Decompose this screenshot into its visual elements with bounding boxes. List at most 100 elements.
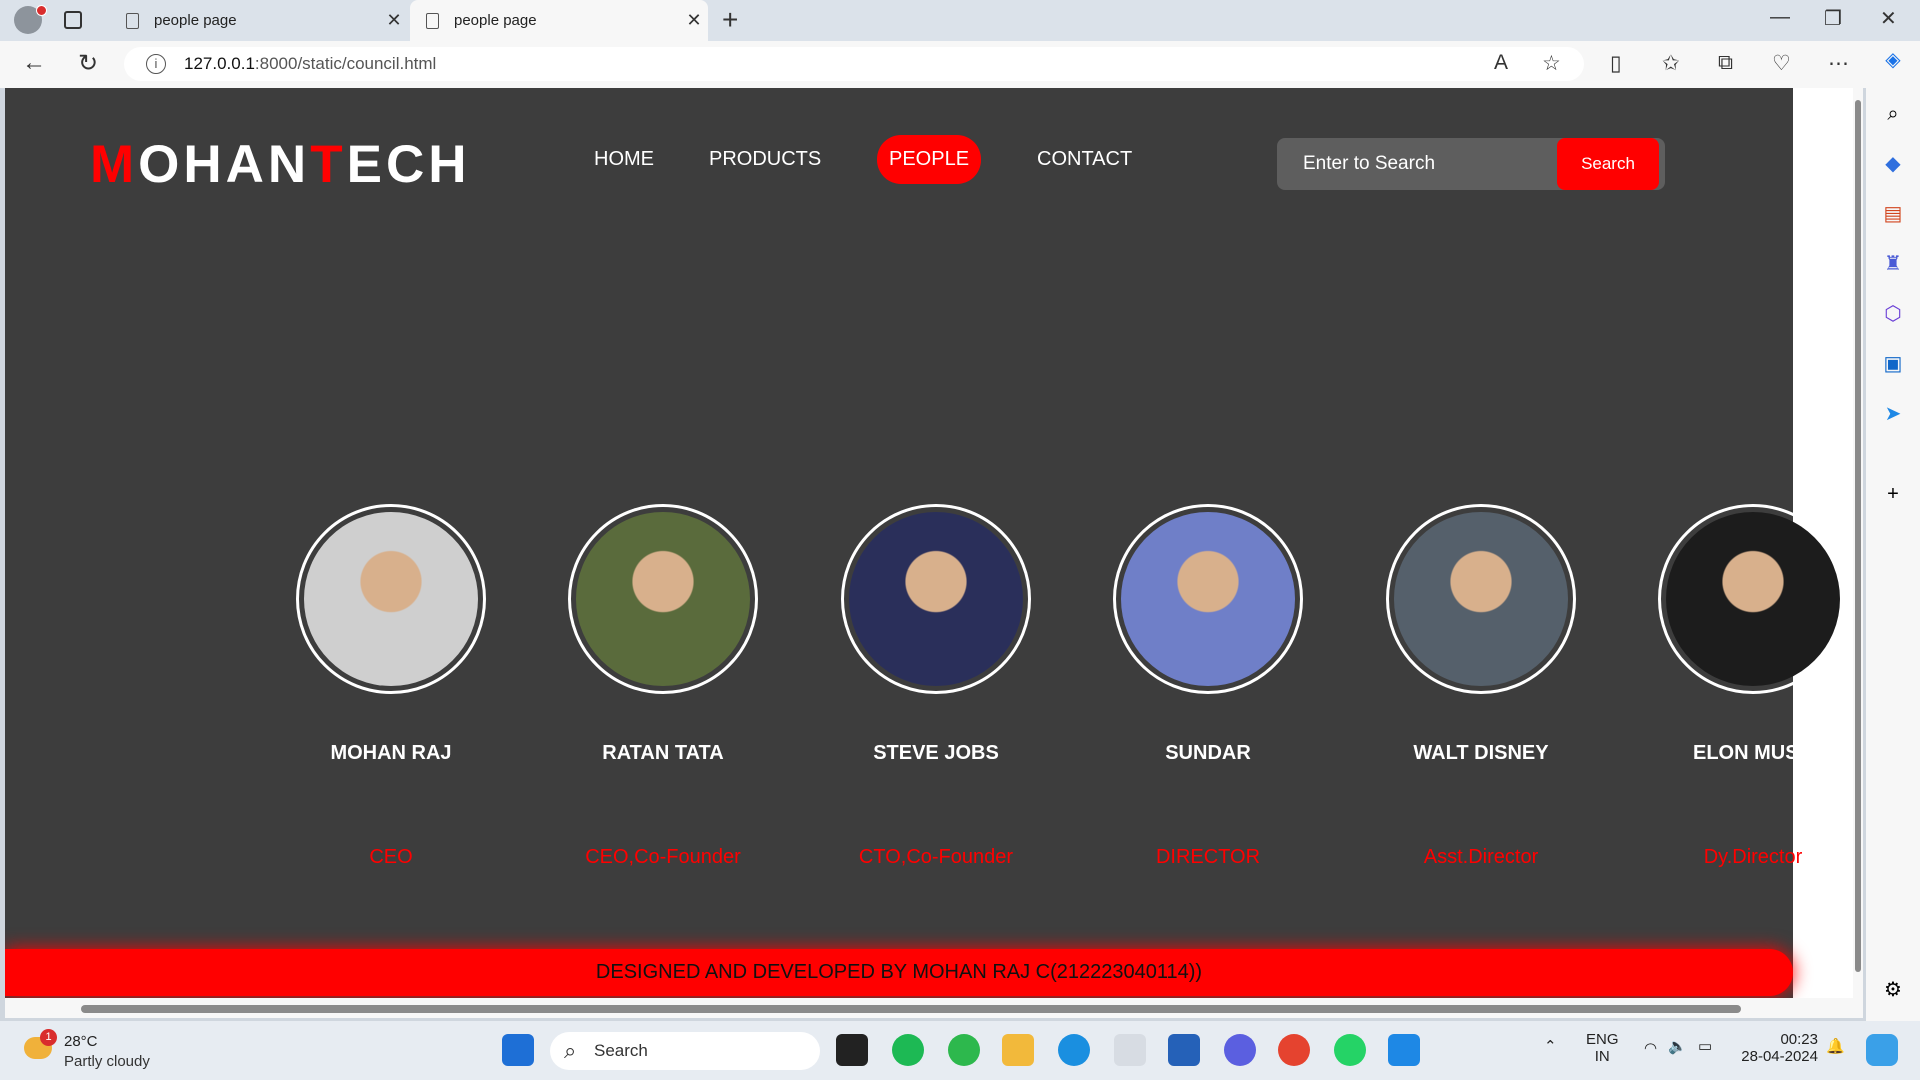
more-options-icon[interactable]: ⋯ xyxy=(1828,51,1849,76)
person-card: WALT DISNEY Asst.Director xyxy=(1344,504,1618,868)
language-indicator[interactable]: ENG IN xyxy=(1586,1031,1619,1065)
app-ring-icon[interactable] xyxy=(948,1034,980,1066)
chrome-icon[interactable] xyxy=(1278,1034,1310,1066)
logo-text-part2: ECH xyxy=(346,135,471,194)
task-view-icon[interactable] xyxy=(836,1034,868,1066)
chevron-up-icon[interactable]: ⌃ xyxy=(1544,1037,1557,1055)
horizontal-scrollbar[interactable] xyxy=(5,998,1863,1018)
person-role: CTO,Co-Founder xyxy=(858,846,1014,868)
app-logo-icon[interactable] xyxy=(1224,1034,1256,1066)
edge-sidebar: ◈ ⌕ ◆ ▤ ♜ ⬡ ▣ ➤ + ⚙ xyxy=(1866,41,1920,1021)
nav-products[interactable]: PRODUCTS xyxy=(709,148,821,171)
page-footer: DESIGNED AND DEVELOPED BY MOHAN RAJ C(21… xyxy=(5,949,1793,996)
microsoft-365-icon[interactable]: ⬡ xyxy=(1880,301,1906,327)
person-role: DIRECTOR xyxy=(1155,846,1261,868)
search-box: Search xyxy=(1277,138,1665,190)
collections-icon[interactable]: ⧉ xyxy=(1718,51,1733,75)
refresh-icon[interactable]: ↻ xyxy=(78,49,98,78)
spotify-icon[interactable] xyxy=(892,1034,924,1066)
python-file-icon[interactable] xyxy=(1114,1034,1146,1066)
person-role: CEO xyxy=(369,846,413,868)
microsoft-store-icon[interactable] xyxy=(1168,1034,1200,1066)
browser-essentials-icon[interactable]: ♡ xyxy=(1772,51,1791,76)
back-arrow-icon[interactable]: ← xyxy=(22,49,46,77)
windows-taskbar: 1 28°C Partly cloudy Search ⌃ ENGIN ◠ 🔈 … xyxy=(0,1021,1920,1080)
copilot-taskbar-icon[interactable] xyxy=(1866,1034,1898,1066)
person-card: ELON MUSK Dy.Director xyxy=(1616,504,1863,868)
person-photo xyxy=(849,512,1023,686)
weather-temp: 28°C xyxy=(64,1033,98,1050)
avatar xyxy=(296,504,486,694)
person-name: MOHAN RAJ xyxy=(330,742,452,764)
windows-start-icon[interactable] xyxy=(502,1034,534,1066)
avatar xyxy=(1386,504,1576,694)
minimize-icon[interactable]: — xyxy=(1770,6,1790,29)
tab-title: people page xyxy=(154,12,237,29)
copilot-icon[interactable]: ◈ xyxy=(1880,47,1906,73)
battery-icon[interactable]: ▭ xyxy=(1698,1037,1712,1055)
search-icon[interactable]: ⌕ xyxy=(1880,101,1906,127)
nav-people[interactable]: PEOPLE xyxy=(877,135,982,184)
browser-tab[interactable]: people page ✕ xyxy=(110,0,408,41)
shopping-tag-icon[interactable]: ◆ xyxy=(1880,151,1906,177)
vertical-scroll-thumb[interactable] xyxy=(1855,100,1861,972)
send-icon[interactable]: ➤ xyxy=(1880,401,1906,427)
avatar xyxy=(1113,504,1303,694)
edge-browser-icon[interactable] xyxy=(1058,1034,1090,1066)
address-toolbar: ← ↻ i 127.0.0.1:8000/static/council.html… xyxy=(0,41,1920,88)
region-code: IN xyxy=(1594,1048,1610,1065)
browser-tab-active[interactable]: people page ✕ xyxy=(410,0,708,41)
tab-actions-icon[interactable] xyxy=(64,11,82,29)
whatsapp-icon[interactable] xyxy=(1334,1034,1366,1066)
site-info-icon[interactable]: i xyxy=(146,54,166,74)
person-role: CEO,Co-Founder xyxy=(585,846,741,868)
read-aloud-icon[interactable]: A xyxy=(1494,51,1508,75)
notification-bell-icon[interactable]: 🔔 xyxy=(1826,1037,1845,1055)
close-window-icon[interactable]: ✕ xyxy=(1880,6,1897,31)
page-viewport: MOHANTECH HOME PRODUCTS PEOPLE CONTACT S… xyxy=(5,88,1863,1018)
volume-icon[interactable]: 🔈 xyxy=(1668,1037,1687,1055)
wifi-icon[interactable]: ◠ xyxy=(1644,1039,1657,1057)
tools-icon[interactable]: ▤ xyxy=(1880,201,1906,227)
person-name: ELON MUSK xyxy=(1693,742,1813,764)
clock[interactable]: 00:23 28-04-2024 xyxy=(1738,1031,1818,1065)
split-screen-icon[interactable]: ▯ xyxy=(1610,51,1622,76)
taskbar-search[interactable]: Search xyxy=(550,1032,820,1070)
clock-time: 00:23 xyxy=(1780,1031,1818,1048)
person-name: SUNDAR xyxy=(1165,742,1251,764)
site-logo[interactable]: MOHANTECH xyxy=(90,134,471,195)
person-card: MOHAN RAJ CEO xyxy=(254,504,528,868)
search-input[interactable] xyxy=(1277,138,1557,190)
person-name: STEVE JOBS xyxy=(873,742,999,764)
outlook-icon[interactable]: ▣ xyxy=(1880,351,1906,377)
favorite-star-icon[interactable]: ☆ xyxy=(1542,51,1561,76)
vertical-scrollbar[interactable] xyxy=(1853,88,1863,998)
file-explorer-icon[interactable] xyxy=(1002,1034,1034,1066)
games-icon[interactable]: ♜ xyxy=(1880,251,1906,277)
avatar xyxy=(568,504,758,694)
new-tab-icon[interactable]: + xyxy=(722,4,738,36)
settings-gear-icon[interactable]: ⚙ xyxy=(1880,977,1906,1003)
close-tab-icon[interactable]: ✕ xyxy=(380,10,408,31)
favorites-icon[interactable]: ✩ xyxy=(1662,51,1680,76)
url-host: 127.0.0.1 xyxy=(184,54,255,73)
page-icon xyxy=(126,12,139,29)
logo-text-part1: OHAN xyxy=(138,135,311,194)
person-photo xyxy=(1121,512,1295,686)
logo-letter-t: T xyxy=(310,135,347,194)
vscode-icon[interactable] xyxy=(1388,1034,1420,1066)
url-bar[interactable]: i 127.0.0.1:8000/static/council.html xyxy=(124,47,1584,81)
url-path: :8000/static/council.html xyxy=(254,54,437,73)
search-button[interactable]: Search xyxy=(1557,138,1659,190)
person-card: RATAN TATA CEO,Co-Founder xyxy=(526,504,800,868)
nav-contact[interactable]: CONTACT xyxy=(1037,148,1132,171)
add-sidebar-icon[interactable]: + xyxy=(1880,481,1906,507)
avatar xyxy=(841,504,1031,694)
nav-home[interactable]: HOME xyxy=(594,148,654,171)
profile-avatar-icon[interactable] xyxy=(14,5,47,34)
browser-tab-bar: people page ✕ people page ✕ + — ❐ ✕ xyxy=(0,0,1920,41)
horizontal-scroll-thumb[interactable] xyxy=(81,1005,1741,1013)
close-tab-icon[interactable]: ✕ xyxy=(680,10,708,31)
logo-letter-m: M xyxy=(90,135,139,194)
maximize-icon[interactable]: ❐ xyxy=(1824,6,1842,31)
